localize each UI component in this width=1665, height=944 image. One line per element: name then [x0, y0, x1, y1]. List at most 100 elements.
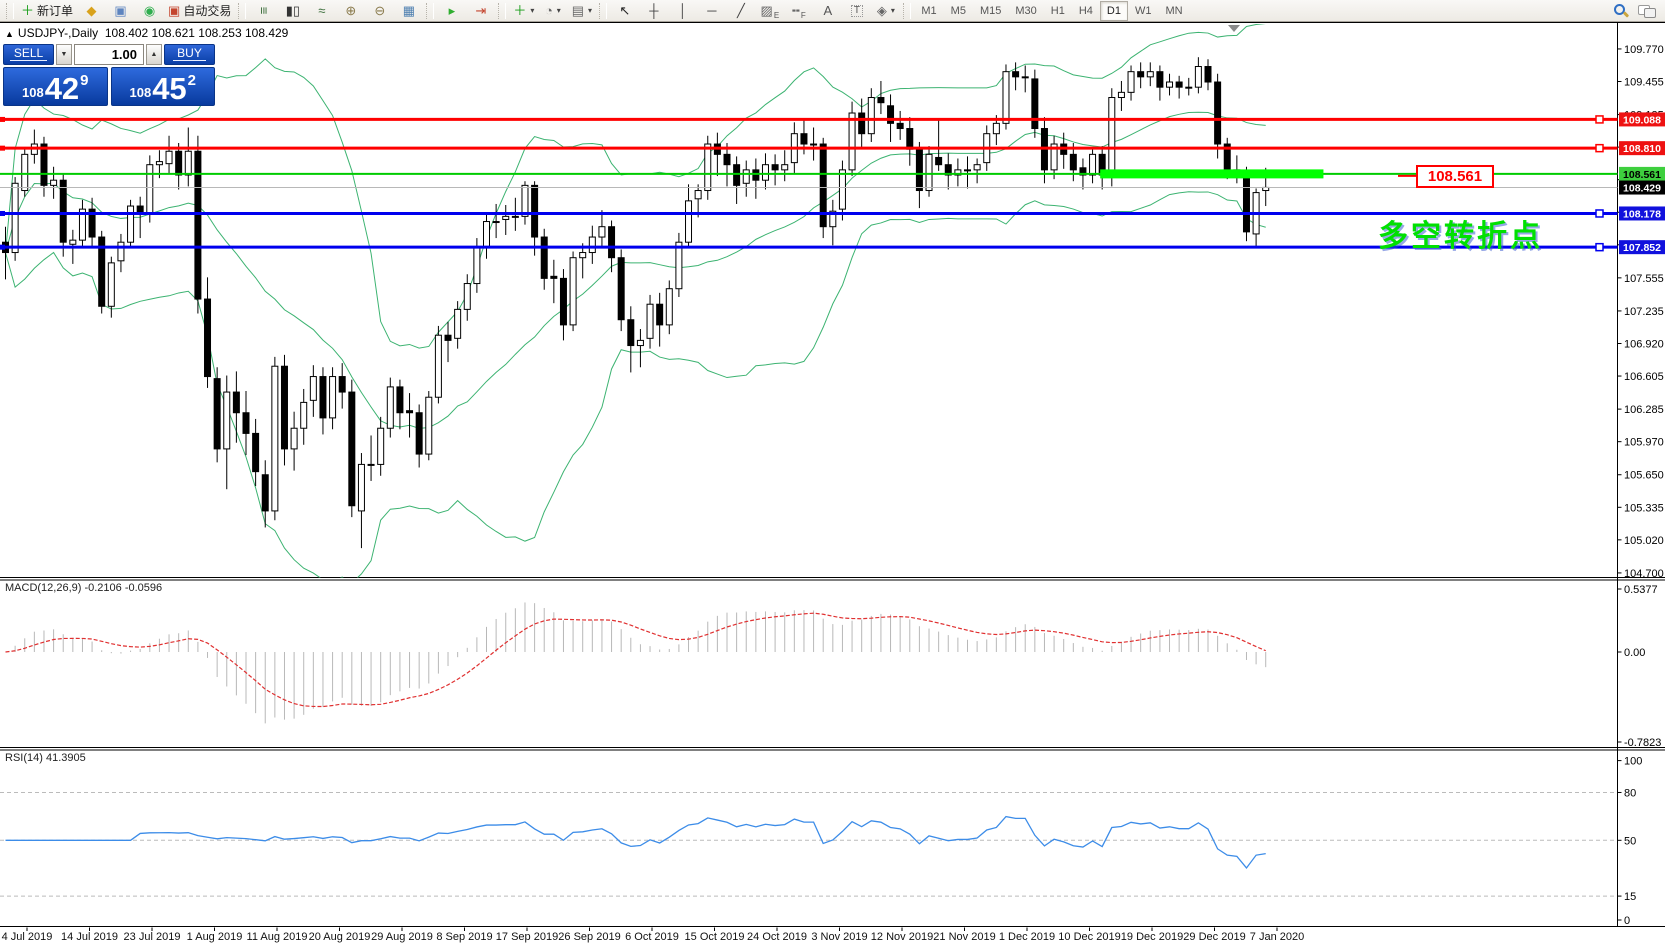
search-icon[interactable]: [1613, 3, 1628, 18]
vertical-line-button[interactable]: │: [668, 0, 697, 21]
indicators-button[interactable]: ＋▾: [509, 0, 538, 21]
date-label: 11 Aug 2019: [247, 931, 308, 943]
sell-price-base: 108: [22, 85, 44, 100]
date-label: 12 Nov 2019: [871, 931, 933, 943]
trendline-button[interactable]: ╱: [726, 0, 755, 21]
svg-text:107.555: 107.555: [1624, 273, 1664, 285]
fibonacci-icon: ╍: [792, 4, 800, 17]
timeframe-button-m5[interactable]: M5: [944, 1, 973, 21]
templates-button[interactable]: ▤▾: [567, 0, 596, 21]
vertical-line-icon: │: [679, 4, 687, 17]
volume-increase-button[interactable]: ▲: [146, 44, 162, 65]
svg-text:107.852: 107.852: [1623, 242, 1661, 254]
svg-text:104.700: 104.700: [1624, 568, 1664, 580]
crosshair-icon: ┼: [649, 4, 658, 17]
fibonacci-button[interactable]: ╍F: [784, 0, 813, 21]
bar-chart-button[interactable]: ≡: [249, 0, 278, 21]
sell-price-panel[interactable]: 108 42 9: [3, 67, 108, 106]
chart-shift-button[interactable]: ⇥: [466, 0, 495, 21]
sell-button[interactable]: SELL: [3, 44, 54, 65]
rsi-indicator-label: RSI(14) 41.3905: [5, 752, 86, 764]
chevron-down-icon: ▾: [557, 6, 561, 15]
new-order-button[interactable]: ＋新订单: [17, 0, 77, 21]
buy-price-panel[interactable]: 108 45 2: [111, 67, 216, 106]
chart-shift-marker[interactable]: [1228, 25, 1240, 32]
date-label: 3 Nov 2019: [811, 931, 867, 943]
equidistant-channel-button[interactable]: ▨E: [755, 0, 784, 21]
buy-price-pips: 45: [152, 75, 186, 103]
svg-text:109.455: 109.455: [1624, 76, 1664, 88]
timeframe-button-mn[interactable]: MN: [1158, 1, 1189, 21]
date-label: 1 Aug 2019: [187, 931, 243, 943]
terminal-icon[interactable]: ▣: [106, 0, 135, 21]
metaeditor-icon[interactable]: ◆: [77, 0, 106, 21]
text-icon: A: [824, 4, 833, 17]
zoom-out-icon: ⊖: [374, 4, 385, 17]
crosshair-button[interactable]: ┼: [639, 0, 668, 21]
rsi-pane[interactable]: [0, 792, 1617, 896]
date-label: 8 Sep 2019: [436, 931, 492, 943]
metaeditor-icon-icon: ◆: [87, 4, 97, 17]
indicators-icon: ＋: [513, 4, 526, 17]
svg-text:109.770: 109.770: [1624, 44, 1664, 56]
auto-scroll-button[interactable]: ▸: [437, 0, 466, 21]
rsi-axis: 1008050150: [1618, 756, 1643, 927]
timeframe-button-m1[interactable]: M1: [914, 1, 943, 21]
macd-pane[interactable]: [6, 602, 1266, 723]
chart-canvas[interactable]: 109.770109.455109.135108.820108.505108.1…: [0, 0, 1665, 944]
thick-support-bar[interactable]: [1100, 169, 1323, 178]
toolbar-separator: [238, 3, 246, 19]
toolbar-separator: [599, 3, 607, 19]
chat-icon[interactable]: [1638, 4, 1656, 18]
macd-indicator-label: MACD(12,26,9) -0.2106 -0.0596: [5, 582, 162, 594]
ohlc-readout: 108.402 108.621 108.253 108.429: [105, 26, 289, 40]
new-order-icon: ＋: [21, 4, 34, 17]
volume-decrease-button[interactable]: ▼: [56, 44, 72, 65]
date-label: 14 Jul 2019: [61, 931, 118, 943]
volume-input[interactable]: [74, 44, 144, 65]
autotrading-icon: ▣: [168, 4, 180, 17]
buy-button[interactable]: BUY: [164, 44, 215, 65]
periods-button[interactable]: ◔▾: [538, 0, 567, 21]
timeframe-button-w1[interactable]: W1: [1128, 1, 1159, 21]
zoom-out-button[interactable]: ⊖: [365, 0, 394, 21]
date-label: 1 Dec 2019: [999, 931, 1055, 943]
toolbar: ＋新订单◆▣◉▣自动交易≡▮▯≈⊕⊖▦▸⇥＋▾◔▾▤▾↖┼│─╱▨E╍FAT◈▾…: [0, 0, 1665, 22]
date-label: 6 Oct 2019: [625, 931, 679, 943]
text-label-icon: T: [851, 5, 863, 17]
date-label: 4 Jul 2019: [2, 931, 53, 943]
zoom-in-icon: ⊕: [345, 4, 356, 17]
toolbar-separator: [498, 3, 506, 19]
signals-icon[interactable]: ◉: [135, 0, 164, 21]
chevron-down-icon: ▾: [530, 6, 534, 15]
autotrading-button[interactable]: ▣自动交易: [164, 0, 235, 21]
timeframe-button-h4[interactable]: H4: [1072, 1, 1100, 21]
arrows-button[interactable]: ◈▾: [871, 0, 900, 21]
text-label-button[interactable]: T: [842, 0, 871, 21]
timeframe-button-m15[interactable]: M15: [973, 1, 1008, 21]
timeframe-button-h1[interactable]: H1: [1044, 1, 1072, 21]
horizontal-level-lines[interactable]: [0, 116, 1618, 251]
line-chart-button[interactable]: ≈: [307, 0, 336, 21]
timeframe-button-d1[interactable]: D1: [1100, 1, 1128, 21]
price-level-callout[interactable]: 108.561: [1416, 165, 1494, 188]
date-label: 15 Oct 2019: [685, 931, 745, 943]
candlestick-button[interactable]: ▮▯: [278, 0, 307, 21]
svg-text:80: 80: [1624, 787, 1636, 799]
text-button[interactable]: A: [813, 0, 842, 21]
horizontal-line-button[interactable]: ─: [697, 0, 726, 21]
svg-text:0.00: 0.00: [1624, 647, 1645, 659]
cursor-button[interactable]: ↖: [610, 0, 639, 21]
macd-axis: 0.53770.00-0.7823: [1618, 584, 1662, 749]
zoom-in-button[interactable]: ⊕: [336, 0, 365, 21]
tile-windows-button[interactable]: ▦: [394, 0, 423, 21]
chinese-annotation-text[interactable]: 多空转折点: [1378, 211, 1543, 255]
svg-text:108.429: 108.429: [1623, 183, 1661, 195]
timeframe-button-m30[interactable]: M30: [1008, 1, 1043, 21]
svg-text:108.561: 108.561: [1623, 169, 1661, 181]
date-label: 19 Dec 2019: [1121, 931, 1183, 943]
collapse-panel-icon[interactable]: ▲: [5, 29, 14, 39]
tile-windows-icon: ▦: [403, 4, 415, 17]
templates-icon: ▤: [572, 4, 584, 17]
svg-text:-0.7823: -0.7823: [1624, 737, 1661, 749]
